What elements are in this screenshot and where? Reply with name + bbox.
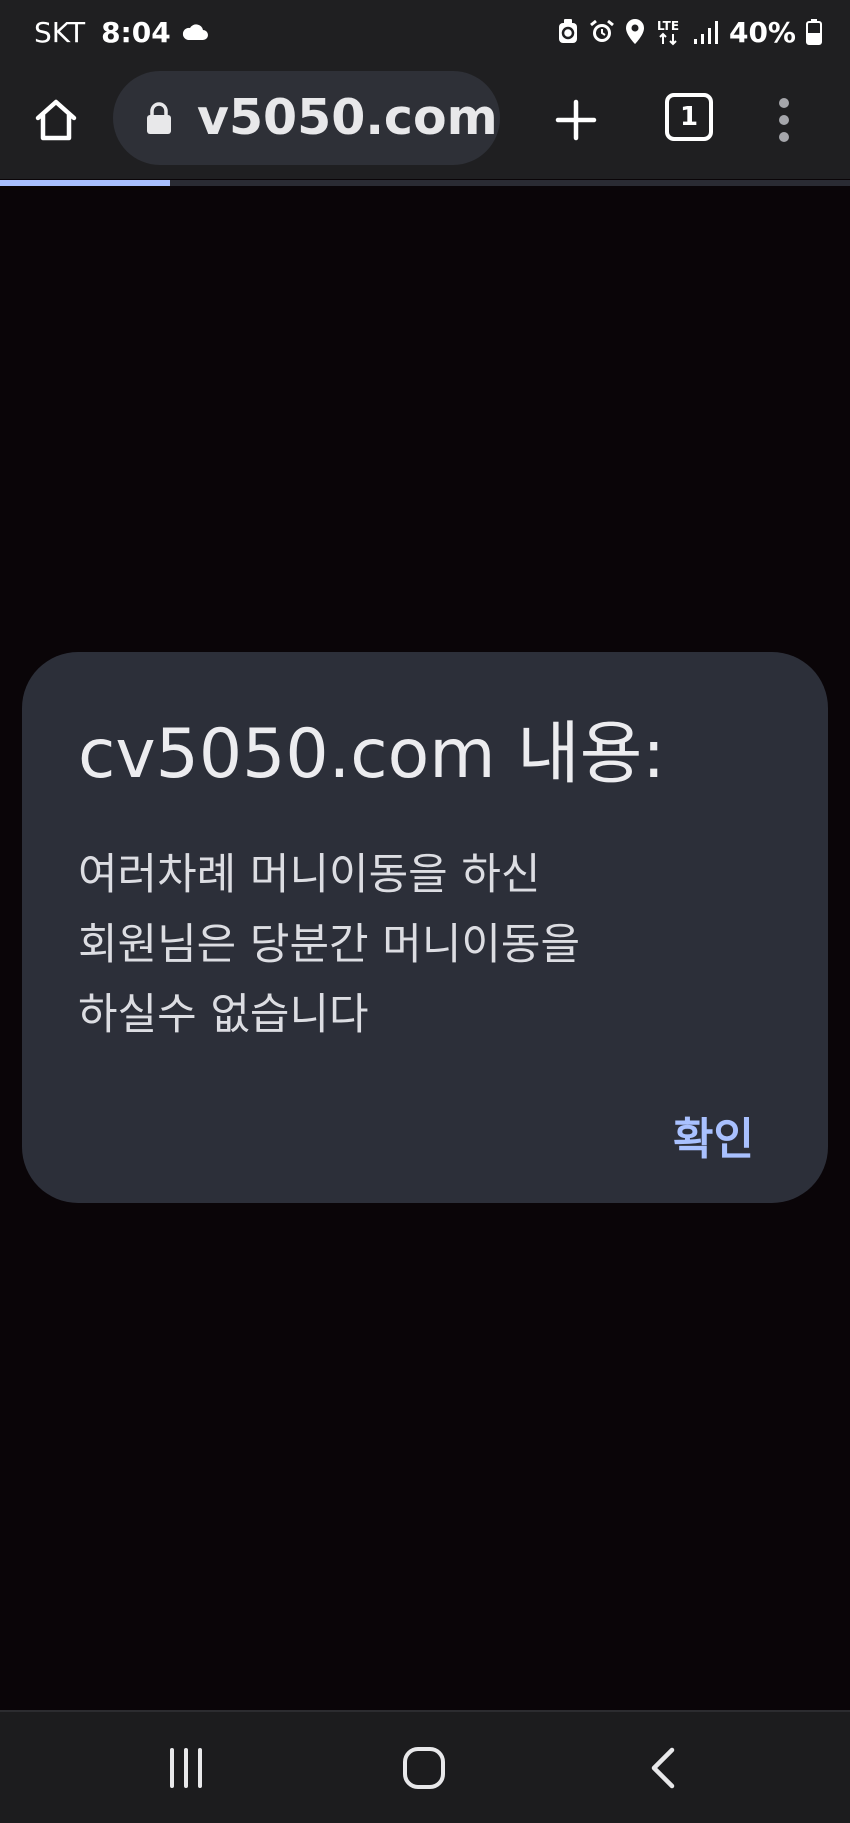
lock-icon xyxy=(147,102,171,134)
svg-text:LTE: LTE xyxy=(657,19,679,33)
recycle-icon xyxy=(557,19,579,45)
location-icon xyxy=(625,19,645,45)
alert-dialog: cv5050.com 내용: 여러차례 머니이동을 하신 회원님은 당분간 머니… xyxy=(22,652,828,1203)
cloud-icon xyxy=(181,22,209,42)
home-icon xyxy=(35,99,77,141)
page-load-progress xyxy=(0,180,850,186)
carrier-label: SKT xyxy=(34,15,86,49)
home-icon xyxy=(403,1747,445,1789)
recents-button[interactable] xyxy=(166,1748,206,1788)
system-nav-bar xyxy=(0,1710,850,1823)
phone-screen: SKT 8:04 LTE 40% v5050.com 1 cv5050.com … xyxy=(0,0,850,1823)
more-menu-button[interactable] xyxy=(775,97,793,143)
tab-switcher-button[interactable]: 1 xyxy=(665,93,713,141)
back-button[interactable] xyxy=(648,1746,678,1790)
nav-home-button[interactable] xyxy=(402,1746,446,1790)
confirm-button[interactable]: 확인 xyxy=(673,1110,754,1170)
dialog-message-line: 여러차례 머니이동을 하신 xyxy=(78,850,541,900)
new-tab-button[interactable] xyxy=(550,94,602,146)
plus-icon xyxy=(555,99,597,141)
dialog-message-line: 회원님은 당분간 머니이동을 xyxy=(78,920,581,970)
url-bar[interactable]: v5050.com xyxy=(113,71,500,165)
dialog-message: 여러차례 머니이동을 하신 회원님은 당분간 머니이동을 하실수 없습니다 xyxy=(78,840,778,1050)
alarm-icon xyxy=(589,19,615,45)
status-bar: SKT 8:04 LTE 40% xyxy=(0,0,850,64)
recents-icon xyxy=(170,1748,202,1788)
more-vert-icon xyxy=(779,98,789,142)
dialog-title: cv5050.com 내용: xyxy=(78,715,666,794)
browser-toolbar: v5050.com 1 xyxy=(0,64,850,179)
signal-icon xyxy=(693,19,719,45)
dialog-message-line: 하실수 없습니다 xyxy=(78,990,369,1040)
home-button[interactable] xyxy=(28,92,84,148)
battery-icon xyxy=(806,19,822,45)
status-left: SKT 8:04 xyxy=(34,12,209,52)
tab-count: 1 xyxy=(679,102,699,132)
back-icon xyxy=(651,1747,675,1789)
lte-icon: LTE xyxy=(655,18,683,46)
status-right: LTE 40% xyxy=(557,12,822,52)
page-load-progress-fill xyxy=(0,180,170,186)
battery-percent: 40% xyxy=(728,15,796,49)
url-text: v5050.com xyxy=(197,89,497,146)
clock: 8:04 xyxy=(101,15,171,49)
